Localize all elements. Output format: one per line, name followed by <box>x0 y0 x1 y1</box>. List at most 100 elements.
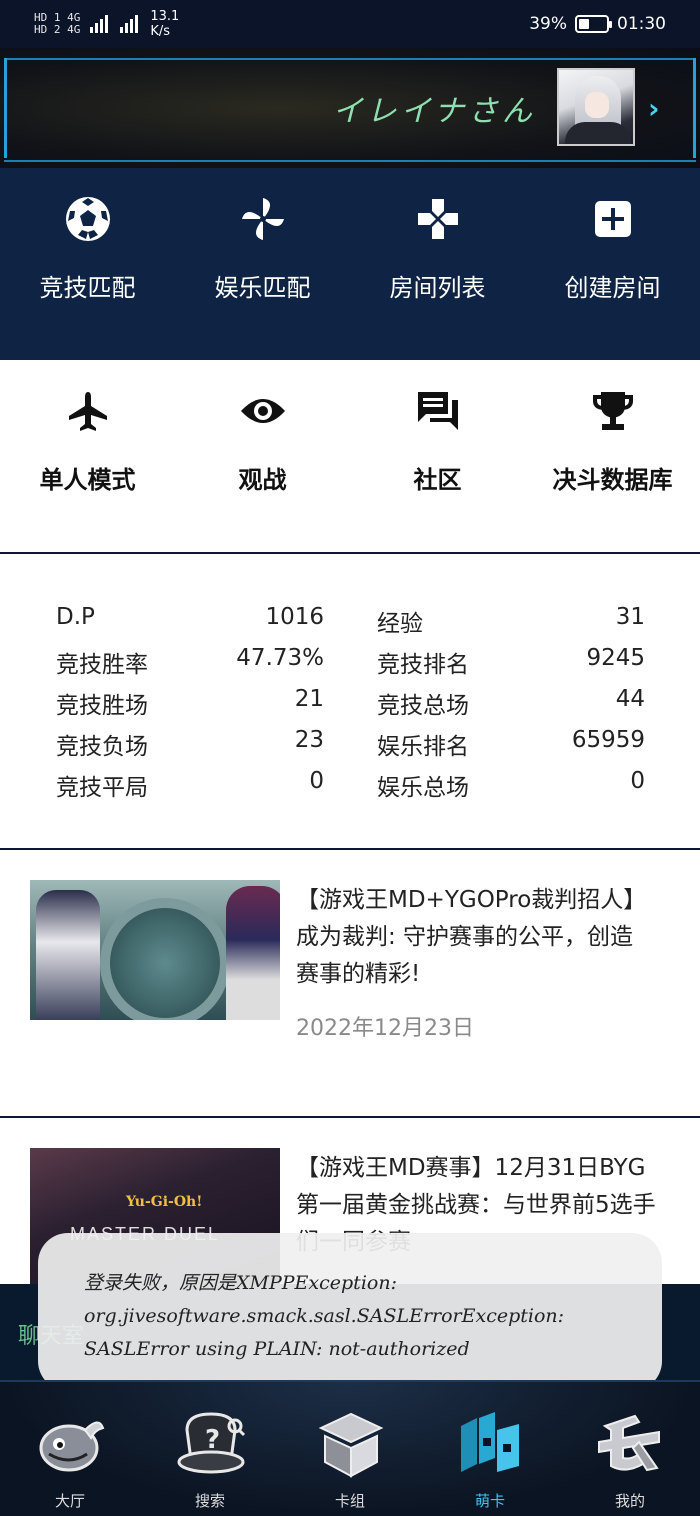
card-box-icon <box>318 1412 384 1478</box>
stat-value: 47.73% <box>236 645 324 671</box>
stat-row: 竞技胜率 47.73% <box>56 645 324 685</box>
username: イレイナさん <box>332 94 536 129</box>
network-indicators: HD 1 4G HD 2 4G <box>34 12 80 36</box>
menu-duel-database[interactable]: 决斗数据库 <box>525 360 700 495</box>
chat-bubbles-icon <box>417 392 458 430</box>
stat-row: 竞技胜场 21 <box>56 686 324 726</box>
gamepad-icon <box>417 199 458 239</box>
stat-value: 31 <box>615 604 645 630</box>
airplane-icon <box>68 392 107 431</box>
me-glyph-icon <box>598 1414 660 1472</box>
stat-label: 竞技平局 <box>56 775 148 801</box>
stat-value: 44 <box>615 686 645 712</box>
status-bar-right: 39% 01:30 <box>529 14 666 34</box>
stat-row: 竞技总场 44 <box>377 686 645 726</box>
stat-row: 竞技负场 23 <box>56 727 324 767</box>
menu-competitive-match[interactable]: 竞技匹配 <box>0 168 175 303</box>
nav-label: 大厅 <box>54 1492 85 1510</box>
stat-label: D.P <box>56 604 95 630</box>
stat-label: 娱乐总场 <box>377 775 469 801</box>
speed-value: 13.1 <box>150 9 180 24</box>
stat-row: 竞技平局 0 <box>56 768 324 808</box>
stat-row: D.P 1016 <box>56 604 324 644</box>
menu-single-player[interactable]: 单人模式 <box>0 360 175 495</box>
nav-me[interactable]: 我的 <box>560 1382 700 1516</box>
nav-label: 萌卡 <box>474 1492 505 1510</box>
stat-value: 0 <box>309 768 324 794</box>
stat-row: 竞技排名 9245 <box>377 645 645 685</box>
stat-row: 娱乐总场 0 <box>377 768 645 808</box>
menu-label: 观战 <box>238 466 287 494</box>
stat-value: 65959 <box>571 727 645 753</box>
nav-search[interactable]: ? 搜索 <box>140 1382 280 1516</box>
chevron-right-icon[interactable]: › <box>648 92 660 125</box>
nav-deck[interactable]: 卡组 <box>280 1382 420 1516</box>
toast-line: org.jivesoftware.smack.sasl.SASLErrorExc… <box>84 1305 565 1327</box>
avatar[interactable] <box>557 68 635 146</box>
menu-casual-match[interactable]: 娱乐匹配 <box>175 168 350 303</box>
battery-level <box>579 19 589 29</box>
menu-room-list[interactable]: 房间列表 <box>350 168 525 303</box>
menu-spectate[interactable]: 观战 <box>175 360 350 495</box>
stat-label: 竞技总场 <box>377 693 469 719</box>
speed-unit: K/s <box>150 24 171 39</box>
status-bar-left: HD 1 4G HD 2 4G 13.1 K/s <box>34 9 179 39</box>
menu-label: 创建房间 <box>564 274 661 302</box>
plus-square-icon <box>594 201 631 237</box>
soccer-ball-icon <box>65 197 110 241</box>
nav-lobby[interactable]: 大厅 <box>0 1382 140 1516</box>
battery-percent: 39% <box>529 14 567 34</box>
menu-label: 娱乐匹配 <box>214 274 311 302</box>
stat-value: 1016 <box>265 604 324 630</box>
menu-create-room[interactable]: 创建房间 <box>525 168 700 303</box>
status-bar: HD 1 4G HD 2 4G 13.1 K/s 39% 01:30 <box>0 0 700 48</box>
network-speed: 13.1 K/s <box>150 9 179 39</box>
news-item[interactable]: 【游戏王MD+YGOPro裁判招人】成为裁判: 守护赛事的公平，创造赛事的精彩!… <box>0 850 700 1116</box>
sub-menu: 单人模式 观战 社区 决斗数据库 <box>0 360 700 552</box>
stat-row: 经验 31 <box>377 604 645 644</box>
stat-value: 23 <box>294 727 324 753</box>
eye-icon <box>240 399 285 423</box>
network-2: HD 2 4G <box>34 23 81 36</box>
news-date: 2022年12月23日 <box>296 1016 474 1041</box>
stat-row: 娱乐排名 65959 <box>377 727 645 767</box>
yugioh-logo: Yu-Gi-Oh! <box>126 1194 203 1210</box>
stat-label: 竞技负场 <box>56 734 148 760</box>
battery-icon <box>575 15 612 33</box>
stat-value: 9245 <box>586 645 645 671</box>
nav-mycard[interactable]: 萌卡 <box>420 1382 560 1516</box>
stat-label: 娱乐排名 <box>377 734 469 760</box>
stat-label: 竞技胜场 <box>56 693 148 719</box>
nav-label: 卡组 <box>334 1492 365 1510</box>
svg-text:?: ? <box>205 1425 220 1455</box>
menu-label: 房间列表 <box>389 274 486 302</box>
mycard-logo-icon <box>461 1412 519 1472</box>
signal-2-icon <box>120 15 139 33</box>
stat-value: 21 <box>294 686 324 712</box>
stat-value: 0 <box>630 768 645 794</box>
menu-label: 单人模式 <box>39 466 136 494</box>
signal-icon <box>90 15 109 33</box>
clock: 01:30 <box>617 14 666 34</box>
news-thumbnail <box>30 880 280 1020</box>
bird-icon <box>39 1421 105 1472</box>
trophy-icon <box>592 392 633 430</box>
stat-label: 经验 <box>377 611 423 637</box>
stat-label: 竞技排名 <box>377 652 469 678</box>
pinwheel-icon <box>241 198 284 240</box>
nav-label: 搜索 <box>194 1492 225 1510</box>
news-title: 【游戏王MD+YGOPro裁判招人】成为裁判: 守护赛事的公平，创造赛事的精彩! <box>296 887 647 987</box>
profile-banner[interactable]: イレイナさん › <box>0 48 700 168</box>
nav-label: 我的 <box>614 1492 645 1510</box>
menu-label: 决斗数据库 <box>552 466 673 494</box>
mystery-hat-icon: ? <box>177 1412 245 1474</box>
stats-panel: D.P 1016 竞技胜率 47.73% 竞技胜场 21 竞技负场 23 竞技平局 0 经… <box>0 554 700 848</box>
toast-line: SASLError using PLAIN: not-authorized <box>84 1338 470 1360</box>
menu-label: 竞技匹配 <box>39 274 136 302</box>
stat-label: 竞技胜率 <box>56 652 148 678</box>
main-menu: 竞技匹配 娱乐匹配 房间列表 创建房间 <box>0 168 700 360</box>
bottom-nav: 大厅 ? 搜索 卡组 萌卡 我的 <box>0 1380 700 1516</box>
error-toast: 登录失败，原因是XMPPException: org.jivesoftware.… <box>38 1233 662 1391</box>
menu-label: 社区 <box>413 466 462 494</box>
menu-community[interactable]: 社区 <box>350 360 525 495</box>
